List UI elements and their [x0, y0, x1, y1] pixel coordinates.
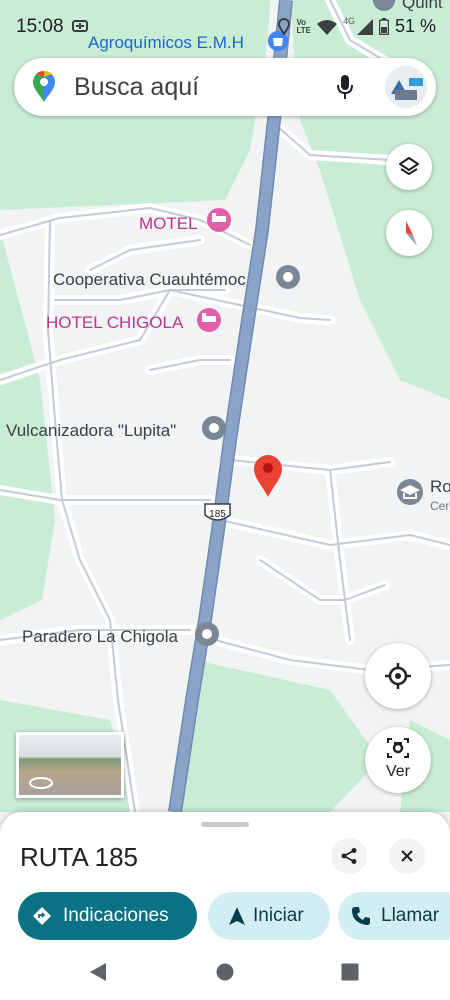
poi-marker-vulcanizadora[interactable]: [202, 416, 226, 440]
highway-shield: 185: [204, 503, 231, 521]
start-label: Iniciar: [253, 905, 304, 926]
maps-logo-icon: [33, 71, 55, 102]
lodging-icon[interactable]: [207, 208, 231, 232]
directions-label: Indicaciones: [63, 905, 169, 926]
navigation-arrow-icon: [229, 907, 245, 925]
battery-icon: [378, 18, 389, 35]
phone-icon: [352, 907, 370, 925]
layers-icon: [399, 157, 419, 175]
back-icon[interactable]: [89, 962, 107, 982]
system-nav-bar: [0, 948, 450, 1000]
my-location-button[interactable]: [365, 643, 431, 709]
volte-label: Vo LTE: [296, 17, 311, 35]
place-title: RUTA 185: [20, 842, 139, 872]
poi-label-school[interactable]: Ro: [430, 477, 450, 497]
poi-label-vulcanizadora[interactable]: Vulcanizadora "Lupita": [6, 421, 176, 441]
call-button[interactable]: Llamar: [338, 892, 450, 940]
battery-percent: 51 %: [394, 16, 436, 36]
directions-icon: [33, 907, 51, 925]
poi-marker-cooperativa[interactable]: [276, 265, 300, 289]
avatar-image-icon: [385, 66, 427, 108]
wifi-icon: [316, 19, 337, 35]
compass-icon: [406, 221, 417, 246]
poi-label-motel[interactable]: MOTEL: [139, 214, 198, 234]
notification-app-icon: [72, 20, 88, 32]
street-view-icon: [387, 738, 409, 758]
close-button[interactable]: [389, 838, 425, 874]
recents-icon[interactable]: [341, 963, 359, 981]
layers-button[interactable]: [386, 144, 432, 190]
search-input[interactable]: Busca aquí: [74, 73, 199, 102]
status-icons: Vo LTE 4G 51 %: [278, 16, 436, 37]
street-view-thumbnail[interactable]: [16, 732, 124, 798]
start-button[interactable]: Iniciar: [208, 892, 330, 940]
ver-label: Ver: [385, 763, 410, 780]
svg-text:185: 185: [209, 509, 226, 520]
panorama-360-icon: [29, 777, 53, 789]
close-icon: [401, 850, 413, 862]
poi-marker-paradero[interactable]: [195, 622, 219, 646]
poi-sublabel-school: Cer: [430, 499, 450, 513]
share-icon: [341, 848, 357, 864]
status-time: 15:08: [16, 16, 64, 37]
microphone-icon[interactable]: [336, 74, 354, 100]
signal-icon: [356, 18, 373, 35]
home-icon[interactable]: [216, 963, 234, 981]
my-location-icon: [385, 663, 411, 689]
compass-button[interactable]: [386, 210, 432, 256]
poi-label-hotel-chigola[interactable]: HOTEL CHIGOLA: [46, 313, 183, 333]
search-bar[interactable]: Busca aquí: [14, 58, 436, 116]
location-icon: [278, 18, 291, 35]
call-label: Llamar: [381, 905, 440, 926]
account-avatar[interactable]: [385, 66, 427, 108]
poi-label-paradero[interactable]: Paradero La Chigola: [22, 627, 178, 647]
share-button[interactable]: [331, 838, 367, 874]
directions-button[interactable]: Indicaciones: [18, 892, 197, 940]
network-gen-label: 4G: [342, 16, 355, 26]
sheet-drag-handle[interactable]: [201, 822, 249, 827]
status-bar: 15:08 Vo LTE 4G 51 %: [0, 0, 450, 56]
poi-label-cooperativa[interactable]: Cooperativa Cuauhtémoc: [53, 270, 246, 290]
school-icon[interactable]: [397, 479, 423, 505]
street-view-ver-button[interactable]: Ver: [365, 727, 431, 793]
lodging-icon[interactable]: [197, 308, 221, 332]
